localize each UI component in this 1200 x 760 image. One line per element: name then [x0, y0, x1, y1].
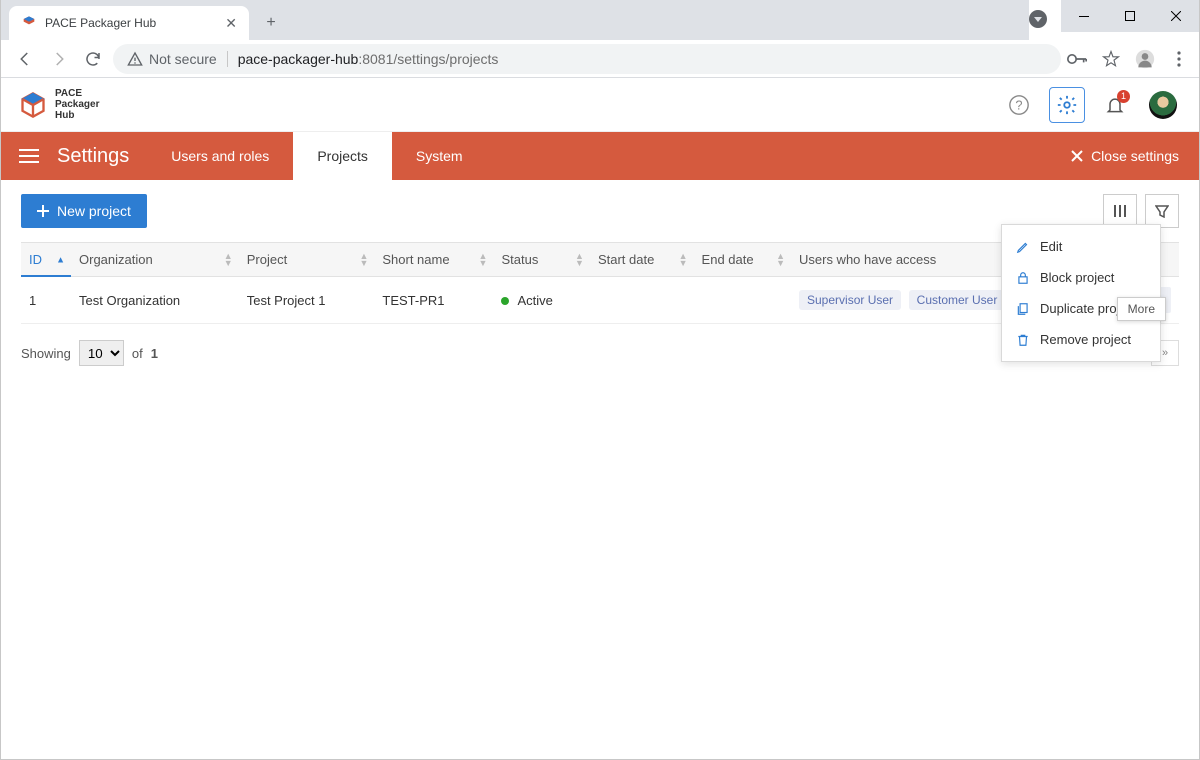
- chrome-menu-icon[interactable]: [1169, 51, 1189, 67]
- tab-projects[interactable]: Projects: [293, 132, 392, 180]
- user-avatar[interactable]: [1145, 87, 1181, 123]
- col-project[interactable]: Project▲▼: [239, 243, 375, 277]
- col-status[interactable]: Status▲▼: [493, 243, 589, 277]
- url-text: pace-packager-hub:8081/settings/projects: [238, 51, 499, 67]
- close-settings-label: Close settings: [1091, 148, 1179, 164]
- cell-end: [694, 277, 791, 324]
- col-end-date[interactable]: End date▲▼: [694, 243, 791, 277]
- profile-icon[interactable]: [1135, 49, 1155, 69]
- ctx-remove-label: Remove project: [1040, 332, 1131, 347]
- row-context-menu: Edit Block project Duplicate project Rem…: [1001, 224, 1161, 362]
- tab-users-roles[interactable]: Users and roles: [147, 132, 293, 180]
- ctx-block[interactable]: Block project: [1002, 262, 1160, 293]
- content-area: New project ID▲ Organization▲▼ Project▲▼…: [1, 180, 1199, 380]
- hamburger-icon[interactable]: [1, 132, 57, 180]
- settings-nav: Settings Users and roles Projects System…: [1, 132, 1199, 180]
- browser-address-bar: Not secure pace-packager-hub:8081/settin…: [1, 40, 1199, 78]
- pager-showing-label: Showing: [21, 346, 71, 361]
- key-icon[interactable]: [1067, 53, 1087, 65]
- page-size-select[interactable]: 10: [79, 340, 124, 366]
- nav-reload-button[interactable]: [79, 45, 107, 73]
- address-input[interactable]: Not secure pace-packager-hub:8081/settin…: [113, 44, 1061, 74]
- pager-total: 1: [151, 346, 158, 361]
- ctx-remove[interactable]: Remove project: [1002, 324, 1160, 355]
- window-maximize-button[interactable]: [1107, 0, 1153, 32]
- browser-tab-strip: PACE Packager Hub ✕ +: [1, 0, 1029, 40]
- new-project-label: New project: [57, 203, 131, 219]
- window-close-button[interactable]: [1153, 0, 1199, 32]
- logo-text-2: Packager: [55, 99, 99, 110]
- nav-back-button[interactable]: [11, 45, 39, 73]
- ctx-edit-label: Edit: [1040, 239, 1062, 254]
- cell-project: Test Project 1: [239, 277, 375, 324]
- tab-close-icon[interactable]: ✕: [225, 15, 237, 32]
- cell-start: [590, 277, 694, 324]
- cell-short: TEST-PR1: [374, 277, 493, 324]
- col-start-date[interactable]: Start date▲▼: [590, 243, 694, 277]
- app-logo[interactable]: PACE Packager Hub: [19, 88, 99, 121]
- col-id[interactable]: ID▲: [21, 243, 71, 277]
- pager-of-label: of: [132, 346, 143, 361]
- cell-status: Active: [493, 277, 589, 324]
- bookmark-star-icon[interactable]: [1101, 50, 1121, 68]
- app-header: PACE Packager Hub ? 1: [1, 78, 1199, 132]
- logo-text-3: Hub: [55, 110, 99, 121]
- status-dot-icon: [501, 297, 509, 305]
- ctx-edit[interactable]: Edit: [1002, 231, 1160, 262]
- nav-forward-button[interactable]: [45, 45, 73, 73]
- tab-title: PACE Packager Hub: [45, 16, 225, 30]
- ctx-block-label: Block project: [1040, 270, 1114, 285]
- logo-text-1: PACE: [55, 88, 99, 99]
- user-chip[interactable]: Customer User: [909, 290, 1006, 310]
- projects-toolbar: New project: [21, 194, 1179, 228]
- browser-tab[interactable]: PACE Packager Hub ✕: [9, 6, 249, 40]
- more-tooltip: More: [1117, 297, 1166, 321]
- window-controls: [1061, 0, 1199, 32]
- settings-title: Settings: [57, 132, 147, 180]
- help-icon[interactable]: ?: [1001, 87, 1037, 123]
- extensions-icon[interactable]: [1029, 10, 1047, 28]
- filter-icon[interactable]: [1145, 194, 1179, 228]
- notification-badge: 1: [1117, 90, 1130, 103]
- new-project-button[interactable]: New project: [21, 194, 147, 228]
- col-short-name[interactable]: Short name▲▼: [374, 243, 493, 277]
- close-settings-button[interactable]: Close settings: [1051, 132, 1199, 180]
- new-tab-button[interactable]: +: [257, 9, 285, 37]
- notifications-icon[interactable]: 1: [1097, 87, 1133, 123]
- cell-org: Test Organization: [71, 277, 239, 324]
- settings-gear-icon[interactable]: [1049, 87, 1085, 123]
- cell-id: 1: [21, 277, 71, 324]
- tab-system[interactable]: System: [392, 132, 487, 180]
- svg-text:?: ?: [1015, 97, 1022, 112]
- not-secure-indicator: Not secure: [127, 51, 217, 67]
- tab-favicon: [21, 15, 37, 31]
- user-chip[interactable]: Supervisor User: [799, 290, 901, 310]
- col-organization[interactable]: Organization▲▼: [71, 243, 239, 277]
- columns-icon[interactable]: [1103, 194, 1137, 228]
- window-minimize-button[interactable]: [1061, 0, 1107, 32]
